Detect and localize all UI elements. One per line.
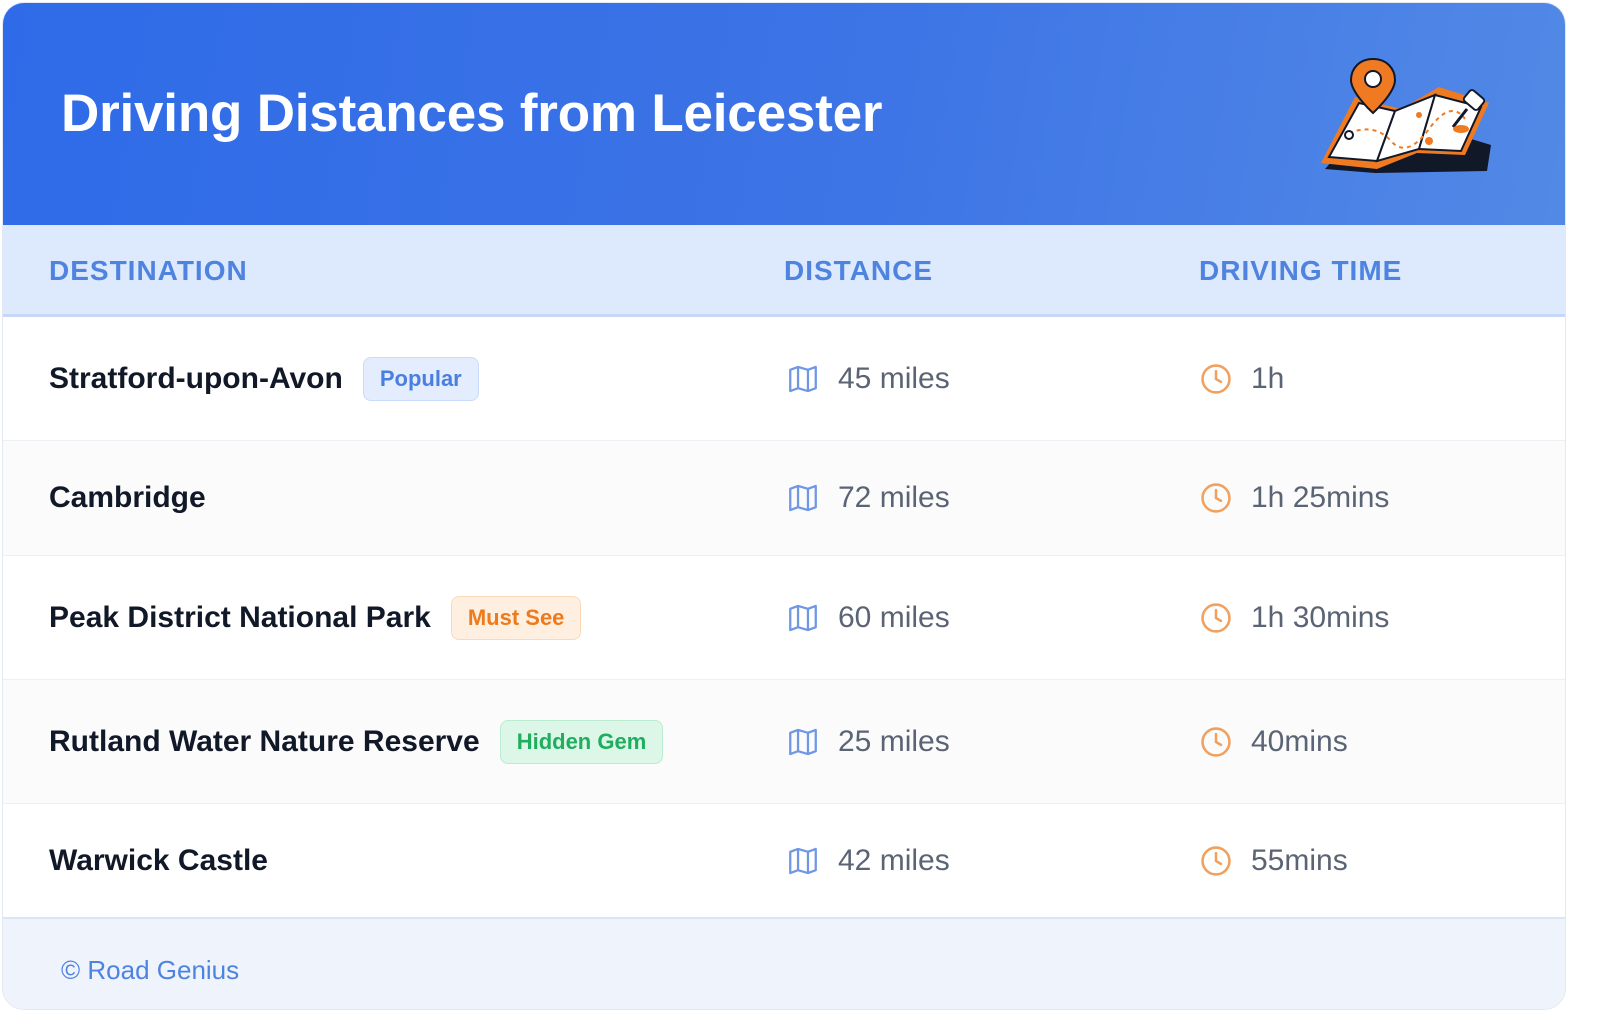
column-header-distance: DISTANCE bbox=[784, 255, 934, 286]
distance-table-card: Driving Distances from Leicester DESTINA… bbox=[2, 2, 1566, 1010]
destination-cell: Rutland Water Nature Reserve Hidden Gem bbox=[49, 719, 664, 764]
map-icon bbox=[786, 844, 820, 878]
folded-map-with-pin-icon bbox=[1321, 57, 1491, 173]
header-banner: Driving Distances from Leicester bbox=[3, 3, 1565, 225]
distance-cell: 72 miles bbox=[786, 481, 950, 515]
table-row: Rutland Water Nature Reserve Hidden Gem … bbox=[3, 680, 1565, 804]
time-value: 1h 30mins bbox=[1251, 600, 1390, 634]
distance-cell: 60 miles bbox=[786, 601, 950, 635]
table-row: Warwick Castle 42 miles 55mins bbox=[3, 804, 1565, 917]
table-header: DESTINATION DISTANCE DRIVING TIME bbox=[3, 225, 1565, 317]
distance-value: 72 miles bbox=[838, 481, 950, 514]
destination-name: Rutland Water Nature Reserve bbox=[49, 724, 480, 758]
map-icon bbox=[786, 725, 820, 759]
footer-credit[interactable]: © Road Genius bbox=[61, 955, 239, 986]
distance-cell: 45 miles bbox=[786, 362, 950, 396]
distance-value: 25 miles bbox=[838, 724, 950, 758]
destination-cell: Peak District National Park Must See bbox=[49, 595, 582, 640]
distance-cell: 42 miles bbox=[786, 844, 950, 878]
time-cell: 40mins bbox=[1199, 725, 1348, 759]
column-header-driving-time: DRIVING TIME bbox=[1199, 255, 1403, 286]
time-cell: 1h bbox=[1199, 362, 1284, 396]
destination-name: Peak District National Park bbox=[49, 600, 431, 634]
destination-name: Warwick Castle bbox=[49, 843, 268, 877]
table-row: Stratford-upon-Avon Popular 45 miles 1h bbox=[3, 317, 1565, 441]
table-row: Peak District National Park Must See 60 … bbox=[3, 556, 1565, 680]
time-value: 1h 25mins bbox=[1251, 481, 1390, 514]
time-cell: 1h 25mins bbox=[1199, 481, 1389, 515]
destination-name: Stratford-upon-Avon bbox=[49, 361, 343, 395]
column-header-destination: DESTINATION bbox=[49, 255, 248, 286]
clock-icon bbox=[1199, 601, 1233, 635]
map-icon bbox=[786, 362, 820, 396]
distance-value: 42 miles bbox=[838, 843, 950, 877]
clock-icon bbox=[1199, 362, 1233, 396]
destination-cell: Stratford-upon-Avon Popular bbox=[49, 356, 479, 401]
clock-icon bbox=[1199, 481, 1233, 515]
status-badge: Must See bbox=[450, 595, 582, 640]
distance-value: 45 miles bbox=[838, 361, 950, 395]
status-badge: Hidden Gem bbox=[499, 719, 664, 764]
time-cell: 1h 30mins bbox=[1199, 601, 1389, 635]
time-value: 1h bbox=[1251, 361, 1285, 395]
destination-cell: Warwick Castle bbox=[49, 844, 268, 878]
map-icon bbox=[786, 601, 820, 635]
clock-icon bbox=[1199, 725, 1233, 759]
status-badge: Popular bbox=[362, 356, 479, 401]
clock-icon bbox=[1199, 844, 1233, 878]
time-cell: 55mins bbox=[1199, 844, 1348, 878]
distance-value: 60 miles bbox=[838, 600, 950, 634]
footer: © Road Genius bbox=[3, 917, 1565, 1009]
distance-cell: 25 miles bbox=[786, 725, 950, 759]
destination-name: Cambridge bbox=[49, 481, 206, 514]
time-value: 40mins bbox=[1251, 724, 1348, 758]
destination-cell: Cambridge bbox=[49, 481, 206, 515]
page-title: Driving Distances from Leicester bbox=[61, 84, 883, 143]
map-icon bbox=[786, 481, 820, 515]
table-row: Cambridge 72 miles 1h 25mins bbox=[3, 441, 1565, 556]
time-value: 55mins bbox=[1251, 843, 1348, 877]
